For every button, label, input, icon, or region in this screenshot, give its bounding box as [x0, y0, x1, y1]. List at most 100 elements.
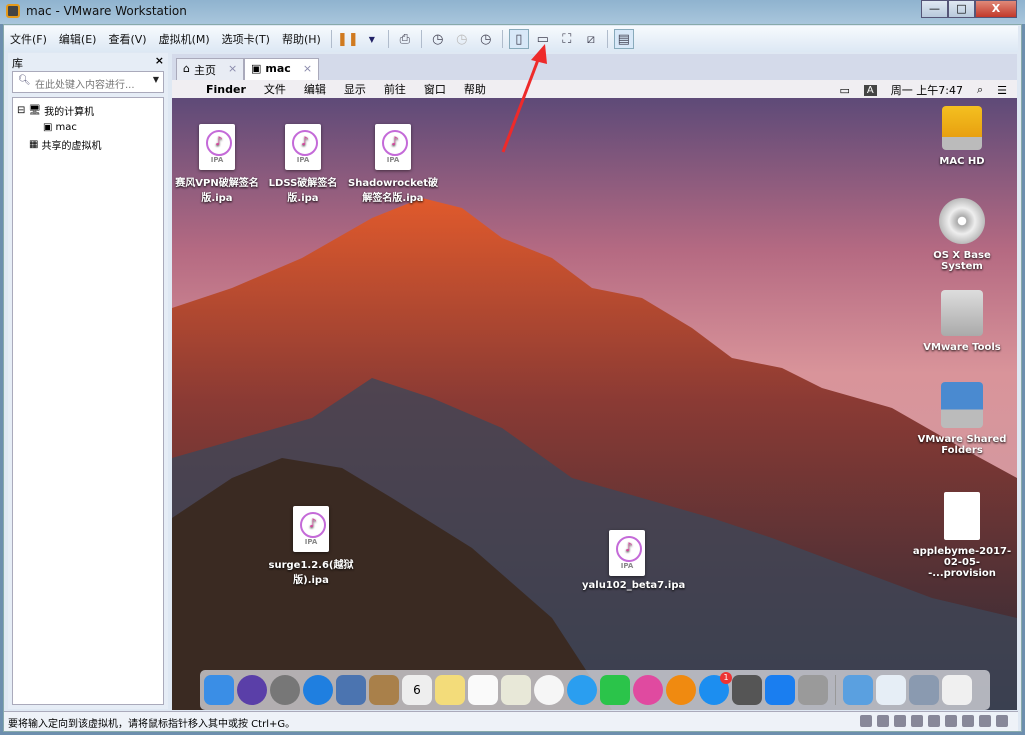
dock-reminders-icon[interactable] [468, 675, 498, 705]
tab-mac[interactable]: ▣ mac × [244, 58, 320, 80]
home-icon: ⌂ [183, 62, 190, 75]
display-icon[interactable] [979, 715, 991, 727]
vm-screen[interactable]: Finder 文件 编辑 显示 前往 窗口 帮助 ▭ A 周一 上午7:47 ⌕… [172, 80, 1017, 710]
menu-help[interactable]: 帮助(H) [276, 31, 327, 47]
dock-system-preferences-icon[interactable] [732, 675, 762, 705]
airplay-icon[interactable]: ▭ [840, 84, 850, 97]
ipa-file-icon [609, 530, 645, 576]
menu-file[interactable]: 文件(F) [4, 31, 53, 47]
cd-icon[interactable] [877, 715, 889, 727]
ipa-file-icon [375, 124, 411, 170]
tab-home[interactable]: ⌂ 主页 × [176, 58, 245, 80]
revert-snapshot-icon[interactable]: ◷ [452, 29, 472, 49]
dock-maps-icon[interactable] [501, 675, 531, 705]
menu-edit[interactable]: 编辑(E) [53, 31, 103, 47]
dock-safari-icon[interactable] [303, 675, 333, 705]
dropdown-icon[interactable]: ▼ [153, 75, 159, 84]
desktop-file[interactable]: yalu102_beta7.ipa [582, 530, 685, 591]
mac-menu-finder[interactable]: Finder [197, 83, 255, 96]
fullscreen-icon[interactable]: ⛶ [557, 29, 577, 49]
dock-maxthon-icon[interactable] [765, 675, 795, 705]
snapshot-icon[interactable]: ◷ [428, 29, 448, 49]
cd-icon[interactable] [894, 715, 906, 727]
menu-vm[interactable]: 虚拟机(M) [153, 31, 216, 47]
mac-menu-window[interactable]: 窗口 [415, 81, 455, 97]
maximize-button[interactable]: □ [948, 0, 975, 18]
message-icon[interactable] [996, 715, 1008, 727]
sound-icon[interactable] [928, 715, 940, 727]
dvd-icon [939, 198, 985, 244]
close-tab-icon[interactable]: × [228, 62, 237, 77]
collapse-icon[interactable]: ⊟ [17, 105, 25, 116]
mac-menu-edit[interactable]: 编辑 [295, 81, 335, 97]
printer-icon[interactable] [962, 715, 974, 727]
desktop-file[interactable]: applebyme-2017-02-05--...provision [912, 492, 1012, 579]
send-keys-icon[interactable]: ⎙ [395, 29, 415, 49]
close-tab-icon[interactable]: × [303, 62, 312, 77]
desktop-file[interactable]: surge1.2.6(越狱版).ipa [266, 506, 356, 586]
library-search-input[interactable]: 🔍︎ 在此处键入内容进行... ▼ [12, 71, 164, 93]
spotlight-icon[interactable]: ⌕ [977, 83, 983, 97]
desktop-file[interactable]: 赛风VPN破解签名版.ipa [172, 124, 262, 204]
notification-badge: 1 [720, 672, 732, 684]
desktop-volume[interactable]: VMware Tools [912, 290, 1012, 353]
search-icon: 🔍︎ [18, 75, 31, 86]
status-text: 要将输入定向到该虚拟机，请将鼠标指针移入其中或按 Ctrl+G。 [8, 719, 296, 730]
mac-menu-view[interactable]: 显示 [335, 81, 375, 97]
unity-icon[interactable]: ⧄ [581, 29, 601, 49]
dock-app-store-icon[interactable]: 1 [699, 672, 732, 705]
hard-drive-icon [942, 106, 982, 150]
desktop-file[interactable]: LDSS破解签名版.ipa [258, 124, 348, 204]
dock-photos-icon[interactable] [534, 675, 564, 705]
dock-downloads-icon[interactable] [843, 675, 873, 705]
pause-icon[interactable]: ❚❚ [337, 29, 359, 49]
notification-center-icon[interactable]: ☰ [997, 84, 1007, 97]
desktop-volume[interactable]: OS X Base System [912, 198, 1012, 272]
clock[interactable]: 周一 上午7:47 [891, 82, 963, 98]
dock-document-icon[interactable] [876, 675, 906, 705]
shared-folders-icon [941, 382, 983, 428]
library-title: 库 [12, 57, 23, 70]
dock-screen-icon[interactable] [909, 675, 939, 705]
console-view-icon[interactable]: ▤ [613, 29, 634, 49]
input-source-indicator[interactable]: A [863, 84, 877, 96]
menu-view[interactable]: 查看(V) [102, 31, 152, 47]
dock-finder-icon[interactable] [204, 675, 234, 705]
dock-calendar-icon[interactable]: 6 [402, 675, 432, 705]
desktop-volume[interactable]: MAC HD [912, 106, 1012, 167]
dock-messages-icon[interactable] [567, 675, 597, 705]
desktop-file[interactable]: Shadowrocket破解签名版.ipa [348, 124, 438, 204]
library-close-button[interactable]: × [155, 54, 164, 67]
dock-contacts-icon[interactable] [369, 675, 399, 705]
dock-keychain-icon[interactable] [798, 675, 828, 705]
mac-menu-go[interactable]: 前往 [375, 81, 415, 97]
dock-trash-icon[interactable] [942, 675, 972, 705]
desktop-volume[interactable]: VMware Shared Folders [912, 382, 1012, 456]
dock-facetime-icon[interactable] [600, 675, 630, 705]
tree-item-shared-vms[interactable]: ▦ 共享的虚拟机 [17, 136, 159, 153]
mac-menu-file[interactable]: 文件 [255, 81, 295, 97]
close-button[interactable]: X [975, 0, 1017, 18]
library-panel: 库 × 🔍︎ 在此处键入内容进行... ▼ ⊟ 🖥︎ 我的计算机 ▣ mac ▦ 共享的… [8, 53, 168, 709]
annotation-arrow [501, 44, 547, 153]
usb-icon[interactable] [945, 715, 957, 727]
dock-siri-icon[interactable] [237, 675, 267, 705]
snapshot-manager-icon[interactable]: ◷ [476, 29, 496, 49]
title-bar: mac - VMware Workstation — □ X [0, 0, 1025, 24]
dock-ibooks-icon[interactable] [666, 675, 696, 705]
dock-notes-icon[interactable] [435, 675, 465, 705]
tree-item-mac[interactable]: ▣ mac [17, 119, 159, 136]
menu-tabs[interactable]: 选项卡(T) [216, 31, 276, 47]
dock-itunes-icon[interactable] [633, 675, 663, 705]
dropdown-icon[interactable]: ▼ [362, 29, 382, 49]
network-icon[interactable] [911, 715, 923, 727]
hdd-icon[interactable] [860, 715, 872, 727]
tree-item-my-computer[interactable]: ⊟ 🖥︎ 我的计算机 [17, 102, 159, 119]
dock-mail-icon[interactable] [336, 675, 366, 705]
minimize-button[interactable]: — [921, 0, 948, 18]
status-bar: 要将输入定向到该虚拟机，请将鼠标指针移入其中或按 Ctrl+G。 [4, 711, 1018, 731]
window-title: mac - VMware Workstation [26, 4, 187, 18]
dock-launchpad-icon[interactable] [270, 675, 300, 705]
mac-menu-help[interactable]: 帮助 [455, 81, 495, 97]
vmware-logo-icon [6, 4, 20, 18]
